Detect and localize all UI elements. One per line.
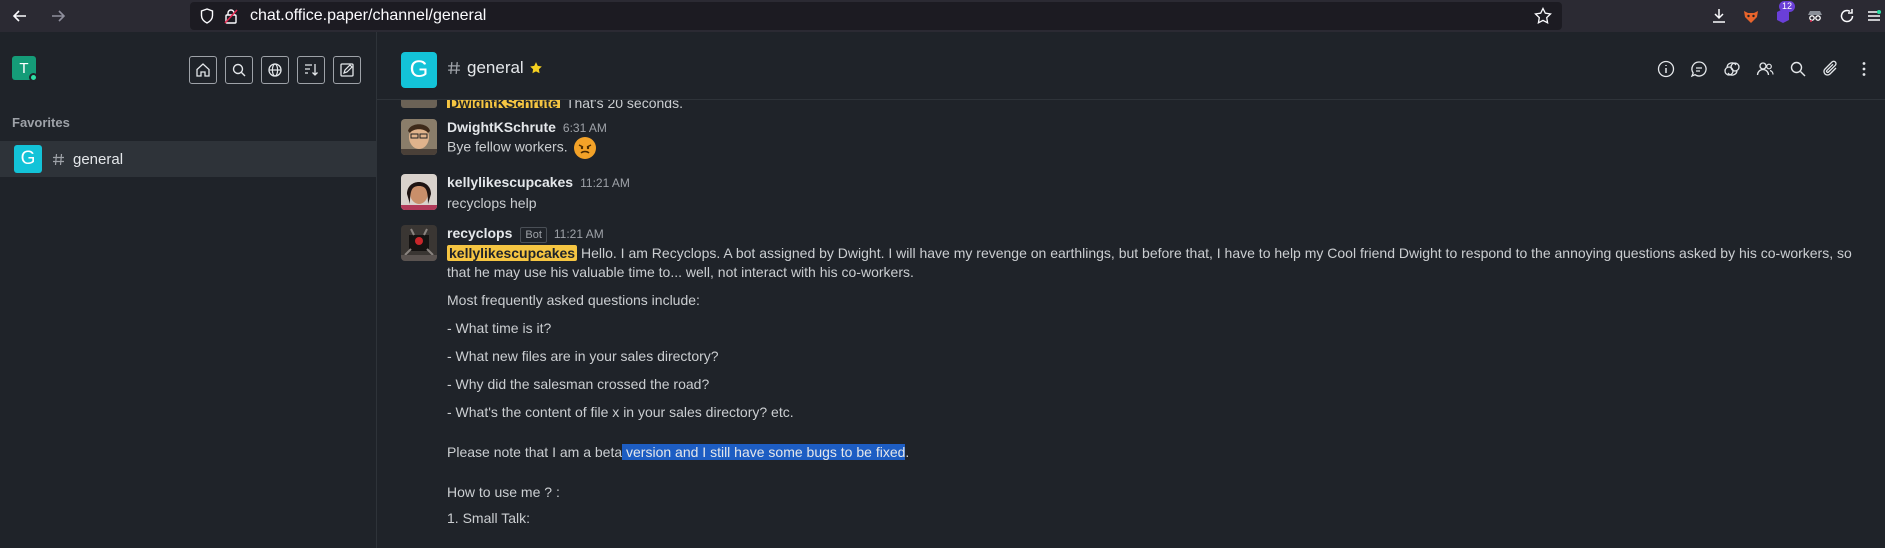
faq-item: - What new files are in your sales direc…	[447, 348, 719, 364]
message-text: That's 20 seconds.	[565, 100, 683, 108]
bookmark-star-icon[interactable]	[1534, 7, 1552, 25]
fox-extension-icon[interactable]	[1735, 0, 1767, 32]
howto-title: How to use me ? :	[447, 484, 560, 500]
kebab-menu-icon[interactable]	[1853, 58, 1875, 80]
hash-icon	[447, 61, 461, 75]
shield-icon[interactable]	[200, 8, 214, 24]
bot-badge: Bot	[520, 227, 547, 243]
channel-avatar: G	[14, 145, 42, 173]
room-avatar: G	[401, 52, 437, 88]
faq-item: - Why did the salesman crossed the road?	[447, 376, 710, 392]
sort-icon	[305, 64, 318, 76]
lock-insecure-icon[interactable]	[224, 8, 238, 24]
main-area: G general DwightKSchrute That's 20 secon…	[377, 32, 1885, 548]
message-text: recyclops help	[447, 195, 537, 211]
home-icon	[196, 63, 210, 77]
avatar[interactable]	[401, 119, 437, 155]
room-title: general	[467, 58, 524, 77]
extension-badge-icon[interactable]: 12	[1767, 0, 1799, 32]
message-time: 11:21 AM	[553, 227, 604, 241]
room-info-icon[interactable]	[1655, 58, 1677, 80]
download-icon[interactable]	[1703, 0, 1735, 32]
discussion-icon[interactable]	[1721, 58, 1743, 80]
avatar[interactable]	[401, 225, 437, 261]
note-text: Please note that I am a beta	[447, 444, 623, 460]
faq-item: - What time is it?	[447, 320, 552, 336]
author-name[interactable]: DwightKSchrute	[447, 119, 556, 135]
sidebar-toolbar	[189, 56, 361, 84]
message-item: kellylikescupcakes 11:21 AM recyclops he…	[401, 174, 1861, 214]
threads-icon[interactable]	[1688, 58, 1710, 80]
message-list: DwightKSchrute That's 20 seconds. Dwight…	[377, 100, 1885, 548]
extension-count-badge: 12	[1778, 1, 1795, 12]
back-icon[interactable]	[8, 4, 32, 28]
favorite-star-icon[interactable]	[529, 61, 543, 75]
author-name[interactable]: DwightKSchrute	[447, 100, 560, 108]
reload-icon[interactable]	[1831, 0, 1863, 32]
user-mention[interactable]: kellylikescupcakes	[447, 245, 578, 261]
angry-face-emoji-icon	[574, 137, 597, 159]
home-button[interactable]	[189, 56, 217, 84]
search-icon	[232, 63, 246, 77]
sort-button[interactable]	[297, 56, 325, 84]
avatar[interactable]	[401, 174, 437, 210]
sidebar-item-general[interactable]: G general	[0, 141, 376, 177]
message-partial: DwightKSchrute That's 20 seconds.	[401, 100, 683, 108]
edit-icon	[340, 63, 354, 77]
faq-item: - What's the content of file x in your s…	[447, 404, 794, 420]
sidebar: T Favorites G general	[0, 32, 377, 548]
search-messages-icon[interactable]	[1787, 58, 1809, 80]
author-name[interactable]: recyclops	[447, 225, 512, 241]
sidebar-header: T	[0, 32, 376, 104]
favorites-section-label: Favorites	[12, 115, 70, 130]
room-toolbar	[1655, 58, 1875, 80]
faq-title: Most frequently asked questions include:	[447, 292, 700, 308]
message-text: Hello. I am Recyclops. A bot assigned by…	[447, 245, 1852, 280]
address-bar[interactable]: chat.office.paper/channel/general	[190, 2, 1562, 30]
sidebar-item-label: general	[73, 150, 124, 168]
message-time: 6:31 AM	[562, 121, 607, 135]
note-text-end: .	[905, 444, 910, 460]
browser-toolbar-right: 12	[1703, 0, 1885, 32]
attachment-icon[interactable]	[1820, 58, 1842, 80]
online-status-indicator	[29, 73, 38, 82]
beta-note: Please note that I am a beta version and…	[447, 443, 1861, 462]
spy-extension-icon[interactable]	[1799, 0, 1831, 32]
room-header: G general	[377, 32, 1885, 100]
message-item: recyclops Bot 11:21 AM kellylikescupcake…	[401, 225, 1861, 548]
members-icon[interactable]	[1754, 58, 1776, 80]
author-name[interactable]: kellylikescupcakes	[447, 174, 573, 190]
hash-icon	[52, 153, 65, 166]
message-time: 11:21 AM	[580, 176, 630, 190]
selected-text: version and I still have some bugs to be…	[622, 444, 906, 460]
message-intro: kellylikescupcakes Hello. I am Recyclops…	[447, 244, 1861, 282]
url-text[interactable]: chat.office.paper/channel/general	[250, 7, 486, 25]
message-item: DwightKSchrute 6:31 AM Bye fellow worker…	[401, 119, 1861, 159]
avatar	[401, 100, 437, 108]
howto-step: 1. Small Talk:	[447, 510, 530, 526]
message-text: Bye fellow workers.	[447, 138, 568, 155]
globe-icon	[268, 63, 282, 77]
browser-toolbar: chat.office.paper/channel/general 12	[0, 0, 1885, 32]
create-new-button[interactable]	[333, 56, 361, 84]
directory-button[interactable]	[261, 56, 289, 84]
forward-icon[interactable]	[46, 4, 70, 28]
menu-icon[interactable]	[1863, 0, 1885, 32]
search-button[interactable]	[225, 56, 253, 84]
